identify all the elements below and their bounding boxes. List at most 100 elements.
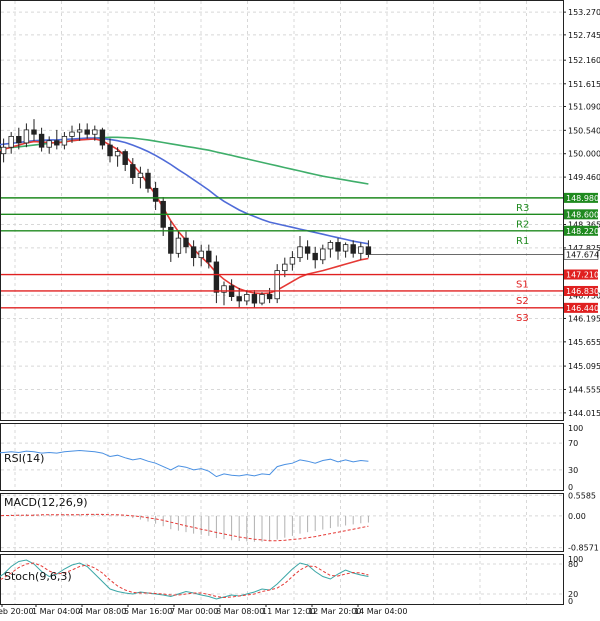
- candle: [342, 242, 349, 258]
- bear-candle-body: [38, 133, 45, 148]
- x-tick-label: eb 20:00: [0, 607, 34, 616]
- price-panel: [0, 119, 372, 308]
- candle: [61, 132, 68, 150]
- bull-candle-body: [198, 250, 204, 259]
- level-price-label: 147.210: [566, 271, 599, 280]
- bear-candle-body: [122, 151, 128, 165]
- level-price-label: 148.980: [566, 194, 599, 203]
- price-tick-label: 152.745: [568, 31, 600, 40]
- bull-candle-body: [23, 129, 30, 144]
- candle: [297, 235, 303, 262]
- level-name-s1: S1: [516, 280, 529, 291]
- level-price-label: 148.220: [566, 227, 599, 236]
- bull-candle-body: [114, 151, 121, 157]
- price-tick-label: 145.095: [568, 362, 600, 371]
- level-name-r3: R3: [516, 203, 529, 214]
- x-tick-label: 14 Mar 04:00: [354, 607, 407, 616]
- bull-candle-body: [327, 242, 334, 250]
- level-name-s3: S3: [516, 313, 529, 324]
- price-tick-label: 150.000: [568, 150, 600, 159]
- price-tick-label: 145.655: [568, 338, 600, 347]
- level-name-s2: S2: [516, 296, 529, 307]
- stoch-title: Stoch(9,6,3): [4, 570, 72, 583]
- bear-candle-body: [236, 296, 242, 302]
- bull-candle-body: [61, 135, 68, 146]
- bear-candle-body: [99, 129, 106, 146]
- level-name-r2: R2: [516, 219, 529, 230]
- rsi-tick-label: 70: [568, 439, 578, 448]
- bull-candle-body: [175, 237, 182, 254]
- bull-candle-body: [69, 131, 75, 137]
- level-price-label: 146.440: [566, 304, 599, 313]
- rsi-tick-label: 100: [568, 424, 583, 433]
- bear-candle-body: [16, 135, 22, 144]
- candle: [8, 132, 14, 154]
- bull-candle-body: [320, 248, 326, 261]
- price-tick-label: 144.555: [568, 385, 600, 394]
- bear-candle-body: [251, 294, 258, 304]
- rsi-title: RSI(14): [4, 452, 44, 465]
- x-tick-label: 8 Mar 08:00: [216, 607, 264, 616]
- bull-candle-body: [46, 140, 52, 148]
- macd-title: MACD(12,26,9): [4, 496, 88, 509]
- candle: [350, 240, 356, 258]
- x-tick-label: 7 Mar 00:00: [170, 607, 218, 616]
- candle: [31, 119, 37, 141]
- bear-candle-body: [350, 244, 356, 254]
- stoch-tick-label: 0: [568, 597, 573, 606]
- bull-candle-body: [244, 294, 250, 302]
- bull-candle-body: [358, 246, 364, 254]
- bear-candle-body: [206, 250, 212, 263]
- candle: [84, 123, 90, 139]
- candle: [358, 242, 364, 260]
- level-price-label: 146.830: [566, 287, 599, 296]
- bear-candle-body: [31, 129, 37, 135]
- price-tick-label: 149.460: [568, 173, 600, 182]
- bear-candle-body: [130, 164, 136, 178]
- bear-candle-body: [145, 172, 151, 189]
- bear-candle-body: [54, 140, 60, 146]
- candle: [0, 138, 7, 163]
- price-tick-label: 151.090: [568, 103, 600, 112]
- price-tick-label: 153.270: [568, 8, 600, 17]
- x-tick-label: 4 Mar 08:00: [78, 607, 126, 616]
- macd-panel: [0, 513, 369, 542]
- bear-candle-body: [312, 252, 318, 261]
- price-tick-label: 146.195: [568, 314, 600, 323]
- bull-candle-body: [289, 257, 296, 265]
- price-tick-label: 152.160: [568, 56, 600, 65]
- candle: [122, 149, 128, 172]
- candle: [304, 240, 311, 260]
- level-price-label: 148.600: [566, 210, 599, 219]
- bull-candle-body: [259, 294, 265, 304]
- bear-candle-body: [107, 144, 113, 157]
- candle: [335, 238, 341, 260]
- rsi-panel: [0, 449, 369, 478]
- candle: [213, 255, 220, 304]
- bull-candle-body: [76, 129, 83, 133]
- candle: [137, 166, 144, 189]
- macd-signal-line: [0, 513, 369, 542]
- bear-candle-body: [152, 187, 159, 202]
- bull-candle-body: [342, 244, 349, 252]
- bear-candle-body: [266, 294, 273, 300]
- rsi-frame: [0, 423, 564, 491]
- current-price-label: 147.674: [566, 250, 599, 259]
- bull-candle-body: [92, 129, 98, 135]
- macd-tick-label: -0.8571: [568, 544, 599, 553]
- price-tick-label: 151.615: [568, 80, 600, 89]
- bear-candle-body: [84, 129, 90, 135]
- bear-candle-body: [213, 261, 220, 293]
- macd-tick-label: 0.00: [568, 512, 586, 521]
- stoch-tick-label: 80: [568, 560, 578, 569]
- level-name-r1: R1: [516, 236, 529, 247]
- rsi-line: [0, 449, 369, 478]
- candle: [327, 240, 334, 258]
- pivot-levels: R3 R2 R1 S1 S2 S3: [1, 197, 563, 324]
- bear-candle-body: [335, 242, 341, 252]
- grid-layer: [0, 0, 564, 605]
- bear-candle-body: [183, 237, 189, 248]
- candle: [38, 127, 45, 152]
- candle: [168, 220, 174, 262]
- ema-red-line: [0, 138, 369, 295]
